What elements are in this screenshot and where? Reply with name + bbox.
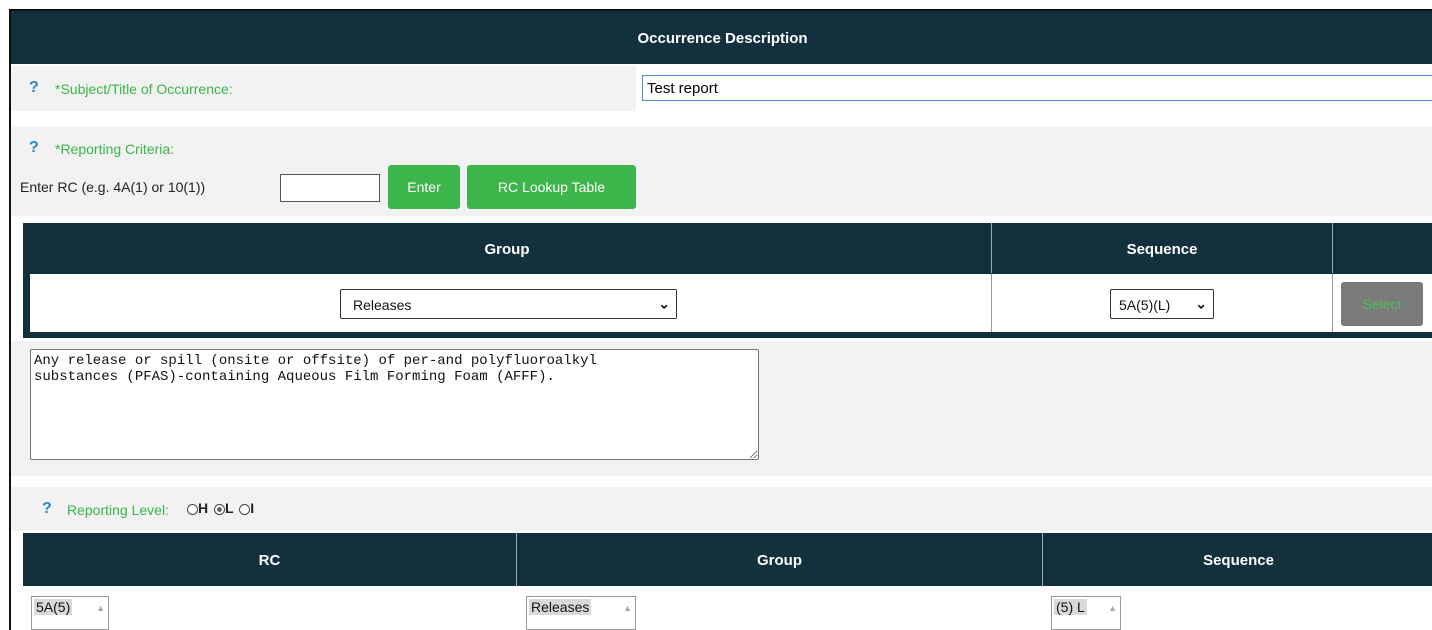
- level-i-radio[interactable]: [239, 503, 251, 515]
- group-column-header: Group: [23, 223, 992, 273]
- reporting-level-row: ? Reporting Level: H L I: [11, 487, 1432, 531]
- criteria-help-icon[interactable]: ?: [29, 139, 39, 157]
- level-l-label: L: [225, 500, 234, 516]
- level-i-label: I: [250, 500, 255, 516]
- level-l-radio[interactable]: [214, 503, 226, 515]
- result-group-column-header: Group: [517, 533, 1043, 586]
- result-sequence-column-header: Sequence: [1203, 552, 1274, 569]
- subject-input[interactable]: [642, 75, 1432, 101]
- chevron-down-icon: ⌄: [658, 295, 670, 312]
- subject-help-icon[interactable]: ?: [29, 79, 39, 97]
- level-h-radio[interactable]: [187, 503, 198, 515]
- sequence-selected-value: 5A(5)(L): [1119, 297, 1171, 313]
- scroll-up-icon[interactable]: ▲: [96, 603, 105, 613]
- rc-listbox[interactable]: 5A(5) ▲: [31, 596, 109, 630]
- select-cell: Select: [1333, 274, 1432, 332]
- subject-label: *Subject/Title of Occurrence:: [55, 81, 233, 97]
- occurrence-description-panel: Occurrence Description ? *Subject/Title …: [9, 9, 1432, 630]
- rc-entry-prompt: Enter RC (e.g. 4A(1) or 10(1)): [20, 179, 206, 195]
- criteria-label: *Reporting Criteria:: [55, 141, 175, 157]
- reporting-level-options: H L I: [187, 500, 254, 516]
- group-listbox-value: Releases: [529, 599, 592, 615]
- sequence-listbox[interactable]: (5) L ▲: [1051, 596, 1121, 630]
- sequence-select[interactable]: 5A(5)(L) ⌄: [1110, 289, 1214, 319]
- chevron-down-icon: ⌄: [1195, 295, 1207, 312]
- description-row: Any release or spill (onsite or offsite)…: [11, 341, 1432, 476]
- criteria-row: ? *Reporting Criteria: Enter RC (e.g. 4A…: [11, 126, 1432, 216]
- section-title: Occurrence Description: [637, 30, 808, 47]
- reporting-level-label: Reporting Level:: [67, 502, 169, 518]
- subject-row: ? *Subject/Title of Occurrence:: [11, 66, 1432, 111]
- group-select[interactable]: Releases ⌄: [340, 289, 677, 319]
- result-table-header: RC Group Sequence: [23, 533, 1432, 586]
- sequence-listbox-value: (5) L: [1054, 599, 1087, 615]
- group-selected-value: Releases: [353, 297, 412, 313]
- scroll-up-icon[interactable]: ▲: [623, 603, 632, 613]
- sequence-cell: 5A(5)(L) ⌄: [992, 274, 1333, 332]
- group-listbox[interactable]: Releases ▲: [526, 596, 636, 630]
- rc-column-header: RC: [23, 533, 517, 586]
- result-table-row: 5A(5) ▲ Releases ▲ (5) L ▲: [23, 586, 1432, 630]
- rc-lookup-table-button[interactable]: RC Lookup Table: [467, 165, 636, 209]
- rc-code-input[interactable]: [280, 174, 380, 202]
- section-header: Occurrence Description: [11, 11, 1432, 64]
- scroll-up-icon[interactable]: ▲: [1108, 603, 1117, 613]
- group-sequence-table: Group Sequence Releases ⌄ 5A(5)(L) ⌄ Sel…: [23, 223, 1432, 338]
- select-button[interactable]: Select: [1341, 282, 1423, 326]
- sequence-column-header: Sequence: [992, 223, 1333, 273]
- enter-button[interactable]: Enter: [388, 165, 460, 209]
- rc-description-textarea[interactable]: Any release or spill (onsite or offsite)…: [30, 349, 759, 460]
- level-h-label: H: [198, 500, 209, 516]
- group-cell: Releases ⌄: [30, 274, 992, 332]
- reporting-level-help-icon[interactable]: ?: [42, 500, 52, 518]
- rc-listbox-value: 5A(5): [34, 599, 73, 615]
